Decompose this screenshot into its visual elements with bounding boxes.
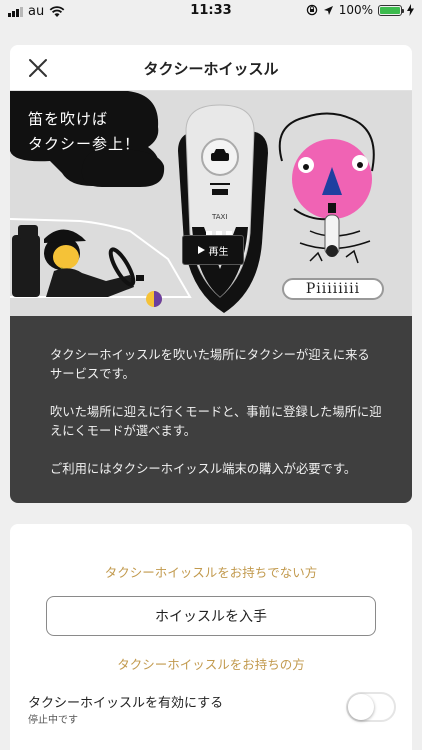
have-whistle-link[interactable]: タクシーホイッスルをお持ちの方 [10,654,412,673]
driver-seat-icon [12,235,40,297]
location-icon [323,5,333,15]
info-card: タクシーホイッスル TAXI 笛を吹けば タクシー参上！ 再生 Piiiiiii… [10,45,412,503]
whistle-brand-text: TAXI [211,213,227,221]
status-right: 100% [306,3,414,17]
activation-status: 停止中です [28,715,78,726]
modal-header: タクシーホイッスル [10,45,412,91]
charging-icon [407,4,414,16]
bubble-line-2: タクシー参上！ [28,135,141,153]
activation-toggle[interactable] [346,692,396,722]
activation-label: タクシーホイッスルを有効にする [28,696,224,711]
battery-icon [378,4,404,16]
service-description: タクシーホイッスルを吹いた場所にタクシーが迎えに来るサービスです。 吹いた場所に… [10,316,412,503]
description-paragraph-2: 吹いた場所に迎えに行くモードと、事前に登録した場所に迎えにくモードが選べます。 [50,405,382,438]
action-card: タクシーホイッスルをお持ちでない方 ホイッスルを入手 タクシーホイッスルをお持ち… [10,524,412,750]
lock-rotation-icon [306,4,317,16]
description-paragraph-1: タクシーホイッスルを吹いた場所にタクシーが迎えに来るサービスです。 [50,348,370,381]
piii-label: Piiiiiiii [282,278,384,300]
status-bar: au 11:33 100% [0,0,422,24]
description-paragraph-3: ご利用にはタクシーホイッスル端末の購入が必要です。 [50,462,357,476]
promo-banner: TAXI 笛を吹けば タクシー参上！ 再生 Piiiiiiii [10,91,412,316]
bubble-text: 笛を吹けば タクシー参上！ [28,107,140,157]
get-whistle-button[interactable]: ホイッスルを入手 [46,596,376,636]
play-icon [197,246,205,254]
play-button[interactable]: 再生 [182,235,244,265]
bubble-line-1: 笛を吹けば [28,110,109,128]
no-whistle-text: タクシーホイッスルをお持ちでない方 [104,565,318,580]
taxi-icon [211,153,229,161]
page-title: タクシーホイッスル [143,60,279,78]
play-label: 再生 [208,246,229,258]
toggle-knob [348,694,374,720]
battery-percent: 100% [338,3,373,17]
